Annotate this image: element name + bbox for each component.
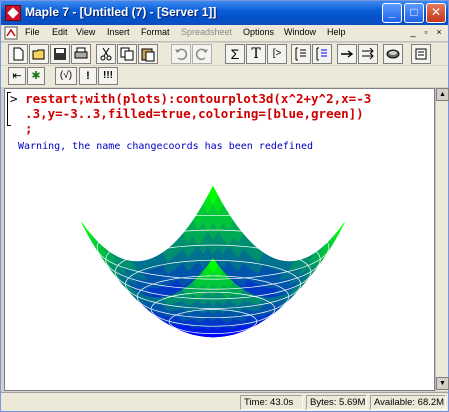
execute-all-icon[interactable]: !!! (98, 67, 118, 85)
scroll-up-button[interactable]: ▲ (436, 88, 449, 101)
menu-spreadsheet[interactable]: Spreadsheet (181, 27, 232, 37)
stop-icon[interactable] (383, 44, 403, 64)
redo-icon[interactable] (192, 44, 212, 64)
execute-icon[interactable]: ! (79, 67, 97, 85)
maximize-button[interactable]: □ (404, 3, 424, 23)
vertical-scrollbar[interactable]: ▲ ▼ (435, 88, 449, 391)
paste-icon[interactable] (138, 44, 158, 64)
input-prompt-icon[interactable]: [> (267, 44, 287, 64)
menu-file[interactable]: File (25, 27, 40, 37)
menu-format[interactable]: Format (141, 27, 170, 37)
insert-group-icon[interactable] (291, 44, 311, 64)
worksheet-icon[interactable] (4, 26, 18, 40)
mdi-close-button[interactable]: × (433, 27, 445, 39)
new-file-icon[interactable] (8, 44, 28, 64)
menu-help[interactable]: Help (327, 27, 346, 37)
window-title: Maple 7 - [Untitled (7) - [Server 1]] (25, 5, 217, 19)
asterisk-icon[interactable]: ✱ (27, 67, 45, 85)
close-button[interactable]: ✕ (426, 3, 446, 23)
open-file-icon[interactable] (29, 44, 49, 64)
maple-logo-icon[interactable] (5, 5, 21, 21)
print-icon[interactable] (71, 44, 91, 64)
arrow-icon[interactable] (337, 44, 357, 64)
worksheet[interactable]: > restart;with(plots):contourplot3d(x^2+… (4, 88, 435, 391)
insert-section-icon[interactable] (312, 44, 332, 64)
status-bytes: Bytes: 5.69M (306, 395, 367, 410)
menu-options[interactable]: Options (243, 27, 274, 37)
restart-icon[interactable] (411, 44, 431, 64)
math-mode-icon[interactable]: (√) (55, 67, 77, 85)
undo-icon[interactable] (171, 44, 191, 64)
copy-icon[interactable] (117, 44, 137, 64)
status-available: Available: 68.2M (370, 395, 446, 410)
menu-bar: File Edit View Insert Format Spreadsheet… (1, 25, 448, 42)
menu-edit[interactable]: Edit (52, 27, 68, 37)
mdi-restore-button[interactable]: ▫ (420, 27, 432, 39)
title-bar[interactable]: Maple 7 - [Untitled (7) - [Server 1]] _ … (1, 1, 448, 25)
main-toolbar: Σ T [> (1, 43, 448, 65)
text-icon[interactable]: T (246, 44, 266, 64)
menu-window[interactable]: Window (284, 27, 316, 37)
toggle-input-icon[interactable]: ⇤ (8, 67, 26, 85)
sigma-icon[interactable]: Σ (225, 44, 245, 64)
contour-plot-3d[interactable] (5, 89, 435, 391)
mdi-minimize-button[interactable]: _ (407, 27, 419, 39)
scroll-down-button[interactable]: ▼ (436, 377, 449, 390)
context-toolbar: ⇤ ✱ (√) ! !!! (1, 66, 448, 87)
execute-all-icon[interactable] (358, 44, 378, 64)
status-time: Time: 43.0s (240, 395, 303, 410)
save-icon[interactable] (50, 44, 70, 64)
menu-view[interactable]: View (76, 27, 95, 37)
cut-icon[interactable] (96, 44, 116, 64)
status-bar: Time: 43.0s Bytes: 5.69M Available: 68.2… (1, 392, 448, 411)
menu-insert[interactable]: Insert (107, 27, 130, 37)
maple-window: Maple 7 - [Untitled (7) - [Server 1]] _ … (0, 0, 449, 412)
minimize-button[interactable]: _ (382, 3, 402, 23)
